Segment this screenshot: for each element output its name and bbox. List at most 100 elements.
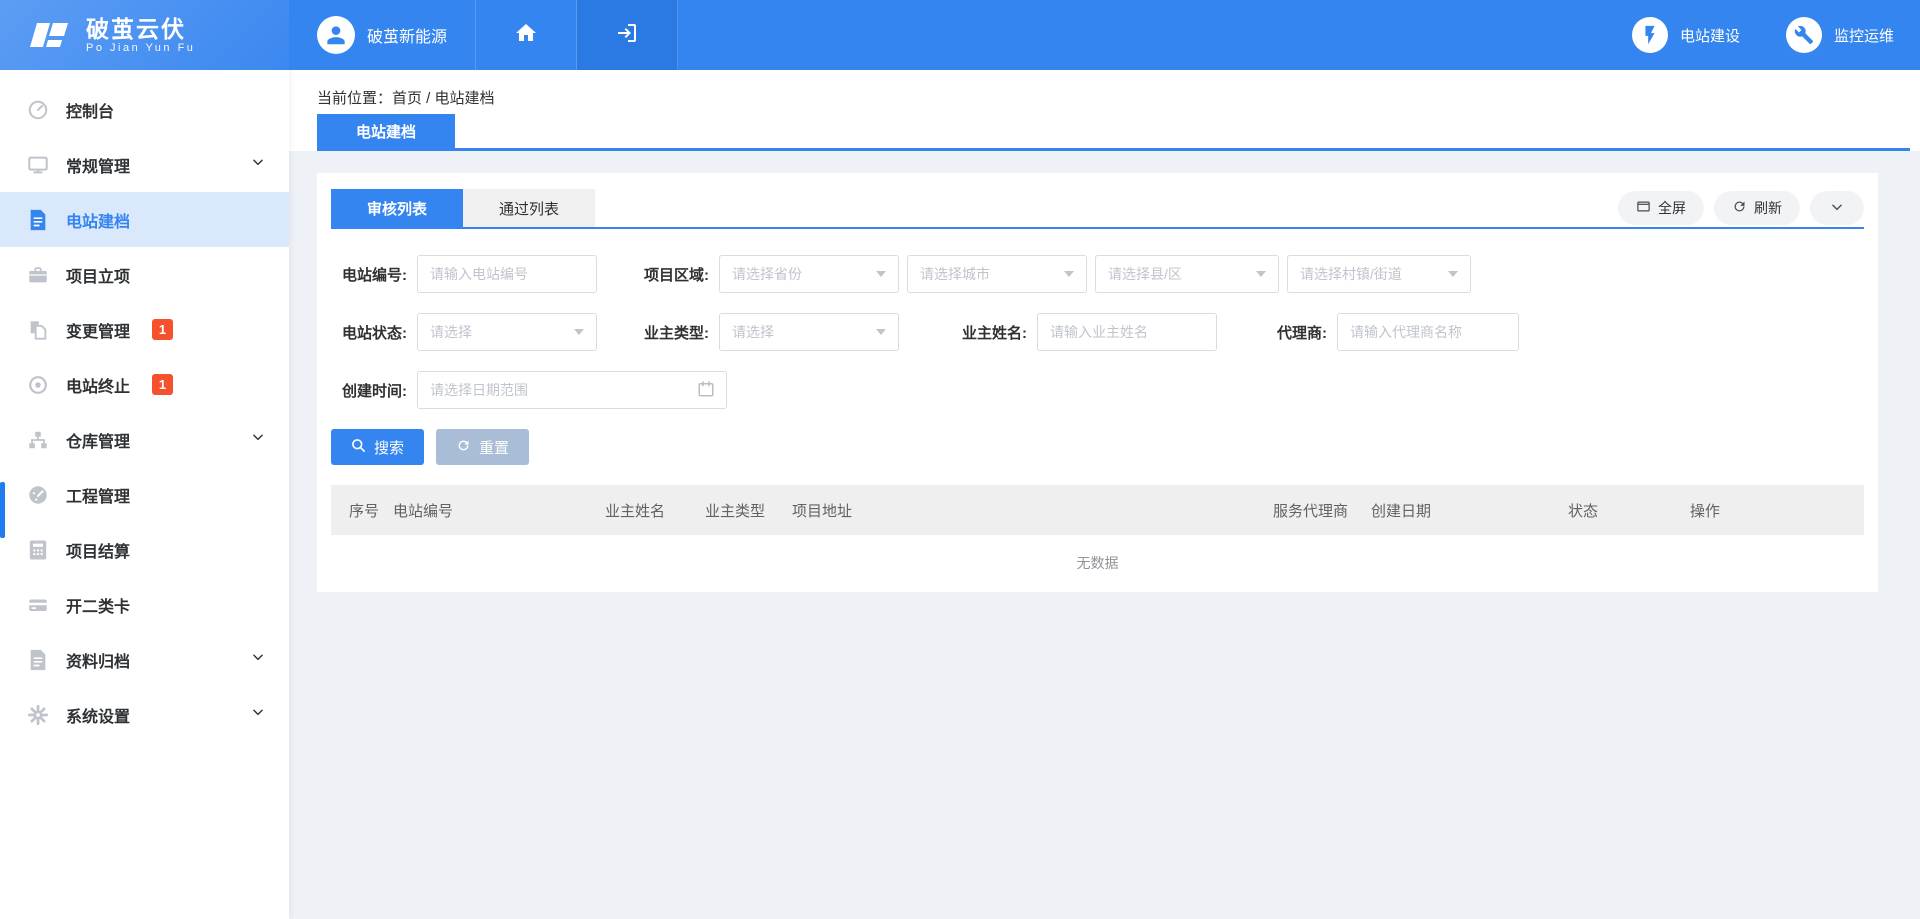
- sitemap-icon: [26, 428, 50, 452]
- filter-form: 电站编号: 项目区域: 请选择省份 请选择城市 请选择县/区: [331, 255, 1864, 409]
- tab-review-list[interactable]: 审核列表: [331, 189, 463, 227]
- card-icon: [26, 593, 50, 617]
- table-header-row: 序号 电站编号 业主姓名 业主类型 项目地址 服务代理商 创建日期 状态 操作: [331, 485, 1864, 535]
- lightning-icon: [1632, 17, 1668, 53]
- gear-icon: [26, 703, 50, 727]
- briefcase-icon: [26, 263, 50, 287]
- station-status-select[interactable]: 请选择: [417, 313, 597, 351]
- copy-icon: [26, 318, 50, 342]
- town-select[interactable]: 请选择村镇/街道: [1287, 255, 1471, 293]
- page-header: 当前位置：首页 / 电站建档 电站建档: [289, 70, 1920, 151]
- station-no-label: 电站编号:: [331, 264, 417, 285]
- sidebar-item-label: 系统设置: [66, 703, 130, 727]
- current-user[interactable]: 破茧新能源: [289, 0, 476, 70]
- document-icon: [26, 208, 50, 232]
- sidebar-item-label: 常规管理: [66, 153, 130, 177]
- reset-icon: [456, 438, 471, 457]
- agent-label: 代理商:: [1265, 322, 1337, 343]
- sidebar-item-label: 开二类卡: [66, 593, 130, 617]
- agent-input[interactable]: [1337, 313, 1519, 351]
- station-no-input[interactable]: [417, 255, 597, 293]
- wrench-icon: [1786, 17, 1822, 53]
- breadcrumb: 当前位置：首页 / 电站建档: [317, 87, 495, 108]
- caret-down-icon: [1256, 271, 1266, 277]
- sidebar-item-label: 工程管理: [66, 483, 130, 507]
- gauge-icon: [26, 483, 50, 507]
- sidebar-item-general-mgmt[interactable]: 常规管理: [0, 137, 289, 192]
- col-service-agent: 服务代理商: [1273, 500, 1371, 521]
- empty-state-text: 无数据: [331, 553, 1864, 573]
- city-select[interactable]: 请选择城市: [907, 255, 1087, 293]
- content-area: 审核列表 通过列表 全屏 刷新: [289, 151, 1920, 919]
- nav-monitoring-ops-label: 监控运维: [1834, 25, 1894, 46]
- chevron-down-icon: [251, 650, 265, 669]
- change-mgmt-badge: 1: [152, 319, 173, 340]
- list-card: 审核列表 通过列表 全屏 刷新: [317, 173, 1878, 592]
- fullscreen-button[interactable]: 全屏: [1618, 191, 1704, 225]
- sidebar-item-station-archive[interactable]: 电站建档: [0, 192, 289, 247]
- sign-in-button[interactable]: [577, 0, 678, 70]
- station-termination-badge: 1: [152, 374, 173, 395]
- sidebar-item-label: 电站建档: [66, 208, 130, 232]
- topbar: 破茧云伏 Po Jian Yun Fu 破茧新能源: [0, 0, 1920, 70]
- collapse-button[interactable]: [1810, 191, 1864, 225]
- brand-logo: 破茧云伏 Po Jian Yun Fu: [0, 0, 289, 70]
- refresh-button[interactable]: 刷新: [1714, 191, 1800, 225]
- topbar-spacer: [678, 0, 1632, 70]
- app-window: 破茧云伏 Po Jian Yun Fu 破茧新能源: [0, 0, 1920, 919]
- page-tab-station-archive[interactable]: 电站建档: [317, 114, 455, 148]
- nav-station-construction[interactable]: 电站建设: [1632, 17, 1740, 53]
- sidebar-item-data-archive[interactable]: 资料归档: [0, 632, 289, 687]
- search-icon: [351, 438, 366, 457]
- dashboard-icon: [26, 98, 50, 122]
- date-range-input[interactable]: [417, 371, 727, 409]
- user-avatar-icon: [317, 16, 355, 54]
- col-actions: 操作: [1690, 500, 1864, 521]
- sidebar-item-system-settings[interactable]: 系统设置: [0, 687, 289, 742]
- create-time-label: 创建时间:: [331, 380, 417, 401]
- brand-subtitle: Po Jian Yun Fu: [86, 42, 195, 54]
- main-area: 当前位置：首页 / 电站建档 电站建档 审核列表 通过列表 全屏: [289, 70, 1920, 919]
- pojian-logo-icon: [26, 15, 72, 55]
- chevron-down-icon: [1830, 200, 1844, 217]
- owner-name-input[interactable]: [1037, 313, 1217, 351]
- sidebar-item-label: 仓库管理: [66, 428, 130, 452]
- reset-label: 重置: [479, 437, 509, 458]
- nav-monitoring-ops[interactable]: 监控运维: [1786, 17, 1894, 53]
- nav-station-construction-label: 电站建设: [1680, 25, 1740, 46]
- calendar-icon[interactable]: [697, 380, 715, 403]
- caret-down-icon: [574, 329, 584, 335]
- owner-type-select[interactable]: 请选择: [719, 313, 899, 351]
- sidebar-item-warehouse-mgmt[interactable]: 仓库管理: [0, 412, 289, 467]
- tab-passed-list[interactable]: 通过列表: [463, 189, 595, 227]
- owner-name-label: 业主姓名:: [951, 322, 1037, 343]
- home-button[interactable]: [476, 0, 577, 70]
- sidebar-item-change-mgmt[interactable]: 变更管理 1: [0, 302, 289, 357]
- sidebar-item-station-termination[interactable]: 电站终止 1: [0, 357, 289, 412]
- sign-in-icon: [615, 21, 639, 50]
- caret-down-icon: [1448, 271, 1458, 277]
- reset-button[interactable]: 重置: [436, 429, 529, 465]
- sidebar-scrollbar[interactable]: [0, 482, 5, 538]
- col-project-address: 项目地址: [792, 500, 1273, 521]
- monitor-icon: [26, 153, 50, 177]
- sidebar-item-project-settlement[interactable]: 项目结算: [0, 522, 289, 577]
- file-icon: [26, 648, 50, 672]
- chevron-down-icon: [251, 705, 265, 724]
- col-status: 状态: [1568, 500, 1690, 521]
- sidebar: 控制台 常规管理 电站建档 项目立项: [0, 70, 289, 919]
- user-name: 破茧新能源: [367, 23, 447, 47]
- brand-title: 破茧云伏: [86, 16, 195, 42]
- tabs-underline: [331, 227, 1864, 229]
- search-button[interactable]: 搜索: [331, 429, 424, 465]
- caret-down-icon: [1064, 271, 1074, 277]
- sidebar-item-project-initiation[interactable]: 项目立项: [0, 247, 289, 302]
- sidebar-item-open-class2-card[interactable]: 开二类卡: [0, 577, 289, 632]
- county-select[interactable]: 请选择县/区: [1095, 255, 1279, 293]
- station-status-label: 电站状态:: [331, 322, 417, 343]
- province-select[interactable]: 请选择省份: [719, 255, 899, 293]
- chevron-down-icon: [251, 155, 265, 174]
- sidebar-item-engineering-mgmt[interactable]: 工程管理: [0, 467, 289, 522]
- sidebar-item-console[interactable]: 控制台: [0, 82, 289, 137]
- sidebar-item-label: 资料归档: [66, 648, 130, 672]
